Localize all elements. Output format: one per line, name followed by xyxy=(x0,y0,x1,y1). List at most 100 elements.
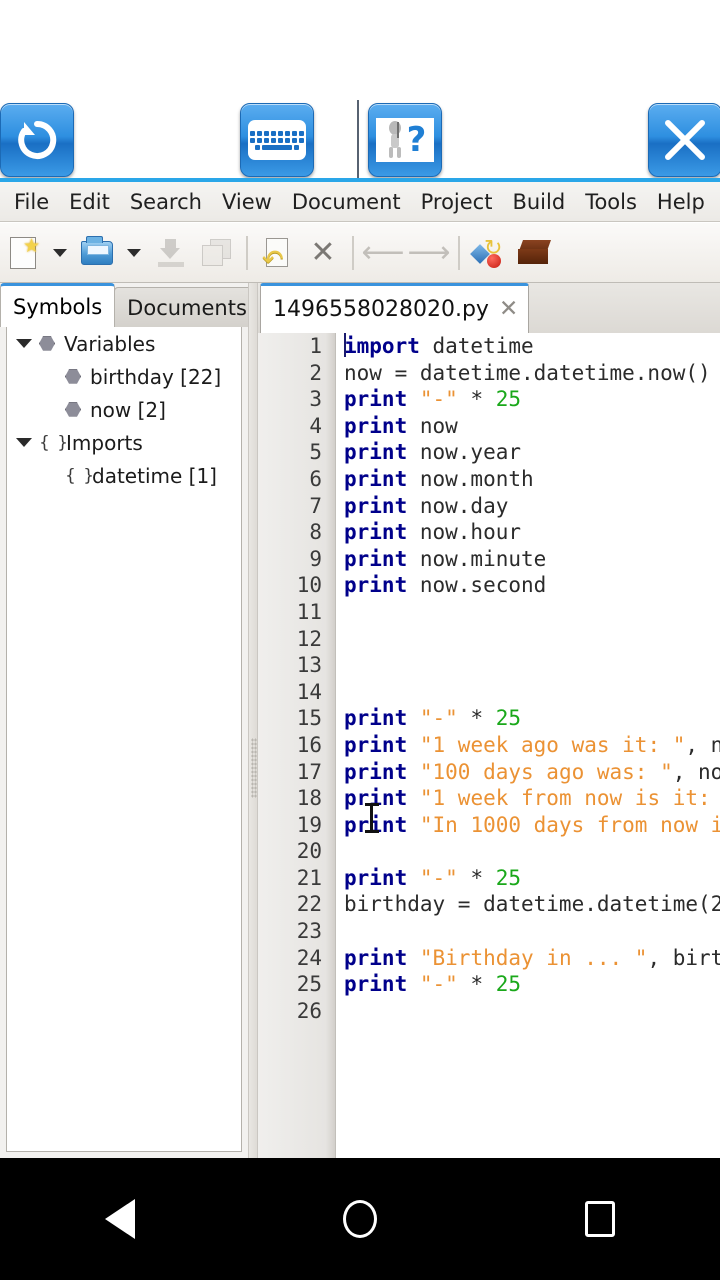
line-number: 9 xyxy=(309,546,322,571)
code-line[interactable]: 18 print "1 week from now is it: xyxy=(258,785,720,812)
symbols-tree[interactable]: Variables birthday [22] now [2] { } Impo… xyxy=(6,327,242,1152)
compile-button[interactable]: ↻ xyxy=(466,230,512,276)
menu-item-help[interactable]: Help xyxy=(647,190,715,214)
code-line[interactable]: 22 birthday = datetime.datetime(2 xyxy=(258,891,720,918)
close-button[interactable] xyxy=(648,103,720,177)
menu-item-search[interactable]: Search xyxy=(120,190,212,214)
menu-item-view[interactable]: View xyxy=(212,190,282,214)
circle-icon xyxy=(343,1200,377,1238)
rotate-screen-button[interactable] xyxy=(0,103,74,177)
code-line[interactable]: 13 xyxy=(258,652,720,679)
code-line[interactable]: 1 import datetime xyxy=(258,333,720,360)
line-number: 15 xyxy=(296,706,322,731)
tab-documents[interactable]: Documents xyxy=(114,287,260,327)
menu-item-build[interactable]: Build xyxy=(502,190,575,214)
code-line[interactable]: 4 print now xyxy=(258,413,720,440)
button-separator xyxy=(357,100,359,178)
tree-node-now[interactable]: now [2] xyxy=(7,393,241,426)
android-home-button[interactable] xyxy=(315,1189,405,1249)
open-file-dropdown[interactable] xyxy=(120,230,148,276)
code-line[interactable]: 2 now = datetime.datetime.now() xyxy=(258,360,720,387)
close-document-button[interactable]: ✕ xyxy=(300,230,346,276)
line-number: 19 xyxy=(296,812,322,837)
build-button[interactable] xyxy=(512,230,558,276)
code-line-text: print "In 1000 days from now i xyxy=(344,812,720,837)
menu-item-edit[interactable]: Edit xyxy=(59,190,120,214)
tree-node-variables[interactable]: Variables xyxy=(7,327,241,360)
code-line[interactable]: 23 xyxy=(258,918,720,945)
tree-node-birthday[interactable]: birthday [22] xyxy=(7,360,241,393)
code-line-text: print "-" * 25 xyxy=(344,706,522,731)
open-file-button[interactable] xyxy=(74,230,120,276)
code-line[interactable]: 20 xyxy=(258,838,720,865)
android-navigation-bar xyxy=(0,1158,720,1280)
code-line[interactable]: 24 print "Birthday in ... ", birt xyxy=(258,945,720,972)
code-line-text: import datetime xyxy=(344,334,534,358)
line-number: 17 xyxy=(296,759,322,784)
menu-item-tools[interactable]: Tools xyxy=(575,190,647,214)
code-lines[interactable]: 1 import datetime 2 now = datetime.datetime… xyxy=(258,333,720,1158)
navigate-back-button[interactable]: ⟵ xyxy=(360,230,406,276)
code-line[interactable]: 3 print "-" * 25 xyxy=(258,386,720,413)
chevron-down-icon[interactable] xyxy=(13,333,35,355)
toolbar-separator xyxy=(246,235,248,270)
code-line-text: print now.day xyxy=(344,493,509,518)
new-document-button[interactable] xyxy=(0,230,46,276)
code-line[interactable]: 8 print now.hour xyxy=(258,519,720,546)
panel-splitter[interactable] xyxy=(248,283,258,1158)
code-line[interactable]: 25 print "-" * 25 xyxy=(258,971,720,998)
code-line[interactable]: 9 print now.minute xyxy=(258,546,720,573)
code-line[interactable]: 11 xyxy=(258,599,720,626)
android-back-button[interactable] xyxy=(75,1189,165,1249)
tree-node-label: datetime [1] xyxy=(92,463,217,488)
mouse-text-cursor xyxy=(365,803,379,833)
code-line[interactable]: 17 print "100 days ago was: ", now xyxy=(258,759,720,786)
code-editor: 1496558028020.py ✕ 1 import datetime 2 now … xyxy=(258,283,720,1158)
tab-documents-label: Documents xyxy=(127,295,247,320)
keyboard-toggle-button[interactable] xyxy=(240,103,314,177)
code-line[interactable]: 19 print "In 1000 days from now i xyxy=(258,812,720,839)
close-icon[interactable]: ✕ xyxy=(499,298,518,321)
code-line[interactable]: 10 print now.second xyxy=(258,572,720,599)
code-line-text: print now.month xyxy=(344,466,534,491)
code-text-area[interactable]: 1 import datetime 2 now = datetime.datetime… xyxy=(258,333,720,1158)
tab-symbols[interactable]: Symbols xyxy=(0,283,116,327)
revert-button[interactable]: ↶ xyxy=(254,230,300,276)
tree-node-datetime[interactable]: { } datetime [1] xyxy=(7,459,241,492)
splitter-grip[interactable] xyxy=(251,738,257,798)
code-line[interactable]: 12 xyxy=(258,626,720,653)
code-line[interactable]: 5 print now.year xyxy=(258,439,720,466)
code-line-text: print now xyxy=(344,413,458,438)
code-line[interactable]: 6 print now.month xyxy=(258,466,720,493)
save-all-button[interactable] xyxy=(194,230,240,276)
menu-item-project[interactable]: Project xyxy=(411,190,503,214)
menu-item-document[interactable]: Document xyxy=(282,190,411,214)
code-line[interactable]: 16 print "1 week ago was it: ", no xyxy=(258,732,720,759)
navigate-forward-button[interactable]: ⟶ xyxy=(406,230,452,276)
chevron-down-icon xyxy=(53,248,67,257)
line-number: 14 xyxy=(296,679,322,704)
code-line[interactable]: 14 xyxy=(258,679,720,706)
save-button[interactable] xyxy=(148,230,194,276)
code-line[interactable]: 15 print "-" * 25 xyxy=(258,705,720,732)
code-line-text: print "-" * 25 xyxy=(344,972,522,997)
line-number: 23 xyxy=(296,919,322,944)
code-line-text: print now.second xyxy=(344,573,547,598)
new-document-dropdown[interactable] xyxy=(46,230,74,276)
editor-tab-file[interactable]: 1496558028020.py ✕ xyxy=(260,283,530,333)
code-line[interactable]: 21 print "-" * 25 xyxy=(258,865,720,892)
line-number: 8 xyxy=(309,520,322,545)
android-recents-button[interactable] xyxy=(555,1189,645,1249)
editor-tab-filename: 1496558028020.py xyxy=(273,297,489,322)
code-line[interactable]: 7 print now.day xyxy=(258,493,720,520)
code-line-text: now = datetime.datetime.now() xyxy=(344,360,711,385)
code-line-text: print "-" * 25 xyxy=(344,865,522,890)
code-line[interactable]: 26 xyxy=(258,998,720,1025)
save-all-icon xyxy=(202,238,232,267)
chevron-down-icon[interactable] xyxy=(13,432,35,454)
code-line-text: print now.minute xyxy=(344,546,547,571)
help-button[interactable]: ? xyxy=(368,103,442,177)
code-line-text: print "1 week from now is it: xyxy=(344,786,720,811)
tree-node-imports[interactable]: { } Imports xyxy=(7,426,241,459)
menu-item-file[interactable]: File xyxy=(0,190,59,214)
